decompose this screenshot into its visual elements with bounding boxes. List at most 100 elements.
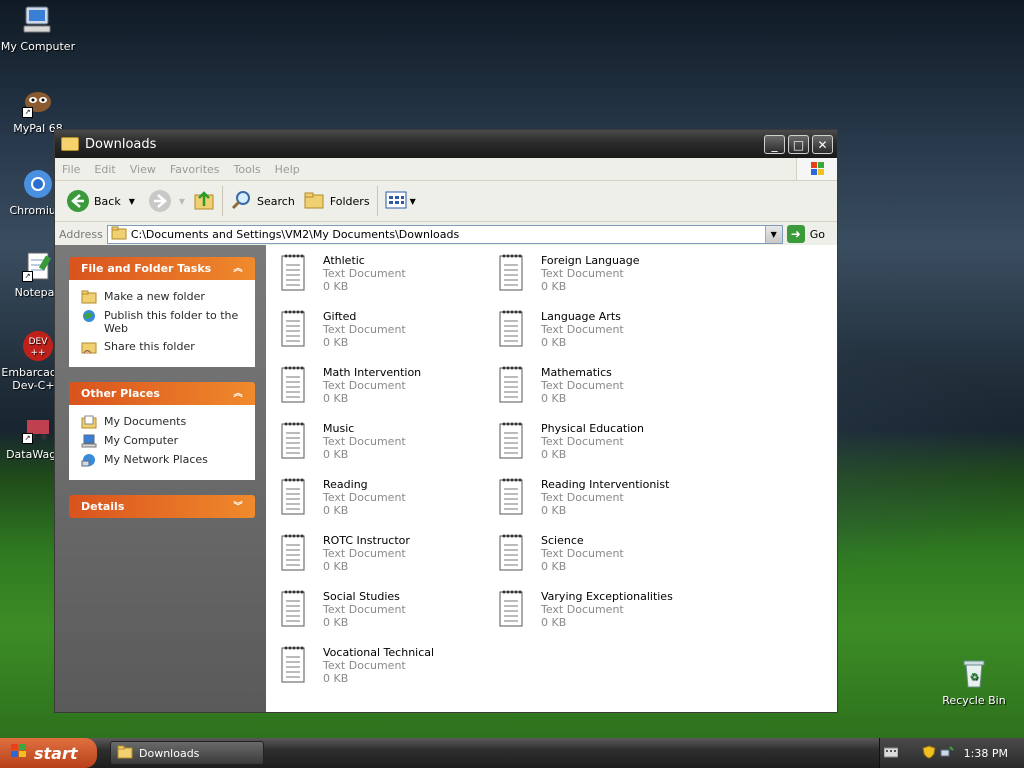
file-item[interactable]: Reading Text Document 0 KB [279, 476, 489, 528]
place-my-computer[interactable]: My Computer [81, 434, 245, 448]
details-header[interactable]: Details ︾ [69, 495, 255, 518]
close-button[interactable]: ✕ [812, 134, 833, 154]
file-type: Text Document [541, 267, 624, 280]
task-share-folder[interactable]: Share this folder [81, 340, 245, 354]
taskbar-window-downloads[interactable]: Downloads [110, 741, 264, 765]
file-folder-tasks-panel: File and Folder Tasks ︽ Make a new folde… [69, 257, 255, 367]
up-folder-button[interactable] [189, 185, 219, 217]
file-type: Text Document [541, 323, 624, 336]
file-type: Text Document [323, 603, 406, 616]
clock[interactable]: 1:38 PM [964, 747, 1008, 760]
desktop-icon-recycle-bin[interactable]: ♻ Recycle Bin [936, 658, 1012, 707]
file-size: 0 KB [541, 616, 567, 629]
file-folder-tasks-header[interactable]: File and Folder Tasks ︽ [69, 257, 255, 280]
file-name: ROTC Instructor [323, 534, 410, 547]
file-name: Language Arts [541, 310, 621, 323]
maximize-button[interactable]: □ [788, 134, 809, 154]
menu-help[interactable]: Help [268, 163, 307, 176]
go-button[interactable]: ➜ Go [786, 225, 833, 243]
file-item[interactable]: Physical Education Text Document 0 KB [497, 420, 707, 472]
file-item[interactable]: Vocational Technical Text Document 0 KB [279, 644, 489, 696]
place-my-network-places[interactable]: My Network Places [81, 453, 245, 467]
text-document-icon [279, 308, 307, 348]
folders-icon [303, 189, 325, 214]
back-button[interactable]: Back ▼ [63, 185, 139, 217]
text-document-icon [279, 364, 307, 404]
desktop-icon-label: My Computer [0, 40, 76, 53]
task-publish-folder[interactable]: Publish this folder to the Web [81, 309, 245, 335]
start-button[interactable]: start [0, 738, 97, 768]
file-item[interactable]: Mathematics Text Document 0 KB [497, 364, 707, 416]
menu-view[interactable]: View [123, 163, 163, 176]
window-titlebar[interactable]: Downloads _ □ ✕ [55, 130, 837, 158]
collapse-icon[interactable]: ︽ [231, 262, 245, 276]
other-places-header[interactable]: Other Places ︽ [69, 382, 255, 405]
network-tray-icon[interactable] [940, 745, 954, 762]
chevron-down-icon[interactable]: ▼ [179, 197, 185, 206]
minimize-button[interactable]: _ [764, 134, 785, 154]
forward-arrow-icon [148, 190, 171, 212]
place-my-documents[interactable]: My Documents [81, 415, 245, 429]
views-icon [385, 189, 407, 214]
task-pane: File and Folder Tasks ︽ Make a new folde… [55, 245, 266, 712]
file-size: 0 KB [323, 672, 349, 685]
file-item[interactable]: Gifted Text Document 0 KB [279, 308, 489, 360]
file-item[interactable]: Varying Exceptionalities Text Document 0 K… [497, 588, 707, 640]
file-item[interactable]: Science Text Document 0 KB [497, 532, 707, 584]
desktop-icon-my-computer[interactable]: My Computer [0, 4, 76, 53]
file-type: Text Document [323, 323, 406, 336]
file-item[interactable]: ROTC Instructor Text Document 0 KB [279, 532, 489, 584]
folder-icon [61, 137, 79, 151]
folder-icon [111, 226, 127, 243]
keyboard-icon[interactable] [883, 746, 899, 761]
menu-edit[interactable]: Edit [87, 163, 122, 176]
windows-flag-icon [10, 743, 28, 763]
menu-file[interactable]: File [55, 163, 87, 176]
task-label: Make a new folder [104, 290, 205, 303]
chevron-down-icon[interactable]: ▼ [129, 197, 135, 206]
file-name: Athletic [323, 254, 365, 267]
file-type: Text Document [541, 435, 624, 448]
address-dropdown-icon[interactable]: ▼ [764, 225, 782, 243]
text-document-icon [497, 252, 525, 292]
go-arrow-icon: ➜ [786, 225, 805, 243]
text-document-icon [497, 420, 525, 460]
file-size: 0 KB [541, 336, 567, 349]
toolbar-separator [222, 186, 224, 216]
task-make-new-folder[interactable]: Make a new folder [81, 290, 245, 304]
desktop-icon-mypal[interactable]: ↗ MyPal 68 [0, 86, 76, 135]
chromium-icon [22, 168, 54, 200]
network-icon [81, 453, 97, 467]
chevron-down-icon: ▼ [409, 196, 416, 206]
menu-favorites[interactable]: Favorites [163, 163, 227, 176]
file-item[interactable]: Foreign Language Text Document 0 KB [497, 252, 707, 304]
expand-icon[interactable]: ︾ [231, 500, 245, 514]
text-document-icon [497, 532, 525, 572]
menu-tools[interactable]: Tools [227, 163, 268, 176]
folders-button[interactable]: Folders [299, 185, 374, 217]
file-list: Athletic Text Document 0 KB Foreign Languag… [266, 245, 837, 712]
views-button[interactable]: ▼ [381, 185, 420, 217]
file-type: Text Document [323, 379, 406, 392]
forward-button[interactable]: ▼ [145, 185, 189, 217]
file-item[interactable]: Music Text Document 0 KB [279, 420, 489, 472]
file-size: 0 KB [323, 448, 349, 461]
security-shield-icon[interactable] [922, 744, 936, 762]
file-item[interactable]: Social Studies Text Document 0 KB [279, 588, 489, 640]
file-item[interactable]: Athletic Text Document 0 KB [279, 252, 489, 304]
file-item[interactable]: Reading Interventionist Text Document 0 KB [497, 476, 707, 528]
file-type: Text Document [541, 491, 624, 504]
file-item[interactable]: Language Arts Text Document 0 KB [497, 308, 707, 360]
text-document-icon [497, 476, 525, 516]
file-item[interactable]: Math Intervention Text Document 0 KB [279, 364, 489, 416]
collapse-icon[interactable]: ︽ [231, 387, 245, 401]
devcpp-icon: DEV ++ [22, 330, 54, 362]
search-button[interactable]: Search [226, 185, 299, 217]
panel-title: Other Places [81, 387, 160, 400]
new-folder-icon [81, 290, 97, 304]
address-input[interactable]: C:\Documents and Settings\VM2\My Documen… [106, 224, 783, 244]
file-type: Text Document [323, 435, 406, 448]
address-path: C:\Documents and Settings\VM2\My Documen… [130, 227, 460, 241]
shortcut-arrow-icon: ↗ [22, 271, 33, 282]
file-name: Gifted [323, 310, 357, 323]
